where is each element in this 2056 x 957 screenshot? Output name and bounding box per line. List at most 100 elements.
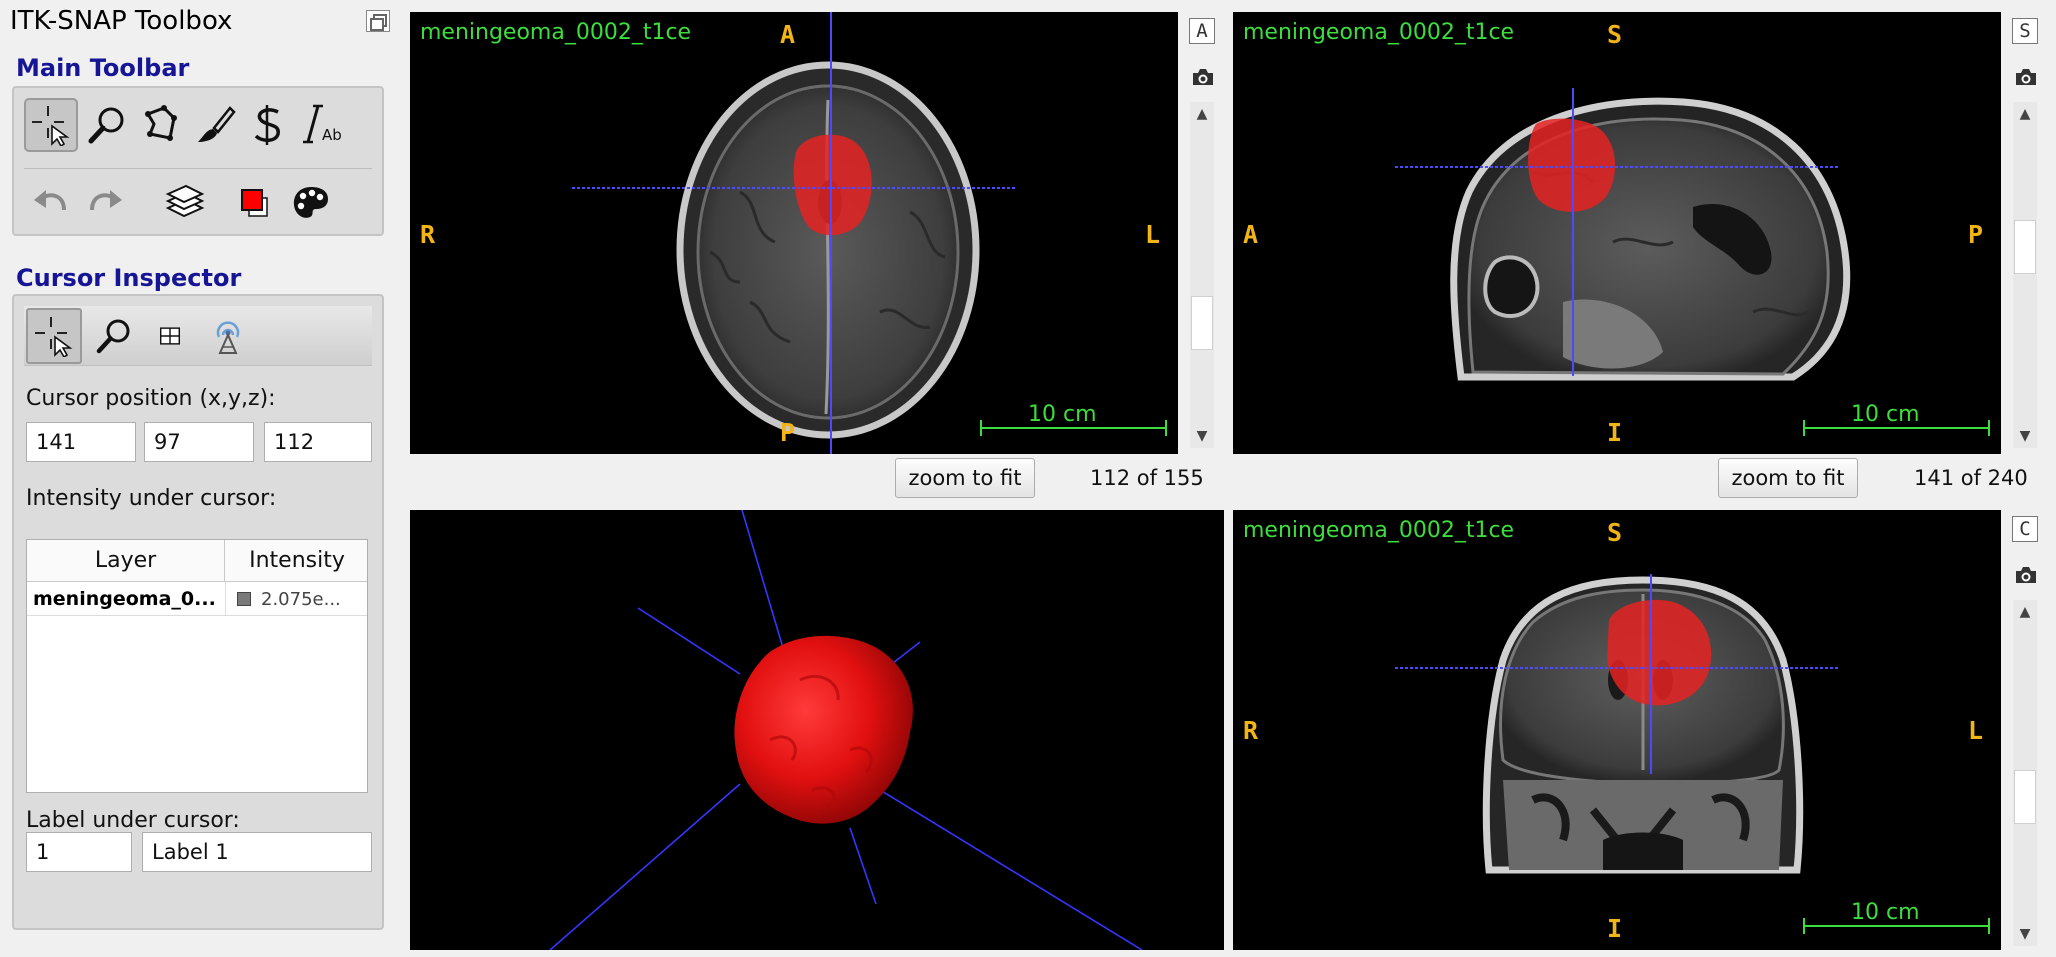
scroll-up-arrow[interactable]: ▲ [2013, 102, 2037, 126]
active-label-button[interactable] [228, 176, 282, 230]
grid-tab[interactable] [142, 308, 198, 364]
crosshair-tool-button[interactable] [24, 98, 78, 152]
sagittal-layout-button[interactable]: S [2012, 18, 2038, 44]
crosshair-cursor-icon [32, 106, 70, 146]
orientation-bottom: I [1607, 914, 1623, 943]
orientation-left: R [420, 220, 436, 249]
zoom-tool-button[interactable] [80, 98, 134, 152]
toolbox-title: ITK-SNAP Toolbox [10, 6, 233, 36]
cursor-x-field[interactable]: 141 [26, 422, 136, 462]
layer-column-header[interactable]: Layer [27, 540, 225, 582]
axial-view[interactable]: meningeoma_0002_t1ce A P R L 10 cm [410, 12, 1178, 454]
image-name-label: meningeoma_0002_t1ce [1243, 518, 1515, 543]
crosshair-cursor-icon [35, 317, 73, 357]
undo-button[interactable] [24, 176, 78, 230]
sync-tab[interactable] [200, 308, 256, 364]
column-divider [225, 582, 226, 616]
intensity-table-header: Layer Intensity [27, 540, 367, 582]
table-row[interactable]: meningeoma_0... 2.075e... [27, 582, 367, 616]
redo-icon [90, 190, 122, 211]
svg-text:Ab: Ab [322, 126, 342, 144]
toolbar-separator [24, 168, 372, 169]
scroll-up-arrow[interactable]: ▲ [2013, 600, 2037, 624]
image-name-label: meningeoma_0002_t1ce [420, 20, 692, 45]
main-toolbar-title: Main Toolbar [16, 54, 190, 82]
axial-slice-scrollbar[interactable]: ▲ ▼ [1190, 102, 1214, 448]
coronal-slice-image [1395, 574, 1990, 934]
cursor-z-field[interactable]: 112 [264, 422, 372, 462]
cursor-inspector-panel: Cursor position (x,y,z): 141 97 112 Inte… [12, 294, 384, 930]
orientation-left: A [1243, 220, 1259, 249]
coronal-view[interactable]: meningeoma_0002_t1ce S I R L 10 cm [1233, 510, 2001, 950]
undock-button[interactable] [366, 10, 390, 32]
axial-view-sidebar: A ▲ ▼ [1185, 12, 1217, 454]
scale-bar-label: 10 cm [1851, 900, 1920, 925]
scroll-thumb[interactable] [2014, 770, 2036, 824]
orientation-top: S [1607, 20, 1623, 49]
sagittal-slice-indicator: 141 of 240 [1914, 466, 2028, 490]
scroll-thumb[interactable] [1191, 296, 1213, 350]
sagittal-zoom-to-fit-button[interactable]: zoom to fit [1718, 458, 1858, 498]
undo-icon [34, 190, 66, 211]
orientation-bottom: P [780, 418, 796, 447]
image-name-label: meningeoma_0002_t1ce [1243, 20, 1515, 45]
cursor-inspector-title: Cursor Inspector [16, 264, 242, 292]
label-name-field[interactable]: Label 1 [142, 832, 372, 872]
sagittal-view[interactable]: meningeoma_0002_t1ce S I A P 10 cm [1233, 12, 2001, 454]
scroll-down-arrow[interactable]: ▼ [2013, 424, 2037, 448]
coronal-layout-button[interactable]: C [2012, 516, 2038, 542]
magnifier-icon [88, 107, 124, 144]
snake-icon [254, 105, 280, 145]
orientation-left: R [1243, 716, 1259, 745]
coronal-slice-scrollbar[interactable]: ▲ ▼ [2013, 600, 2037, 946]
annotation-icon: Ab [303, 104, 342, 144]
toolbox-panel: ITK-SNAP Toolbox Main Toolbar Ab Cursor … [0, 0, 395, 957]
cursor-position-label: Cursor position (x,y,z): [26, 386, 276, 411]
scale-bar-label: 10 cm [1028, 402, 1097, 427]
orientation-right: P [1968, 220, 1984, 249]
axial-zoom-to-fit-button[interactable]: zoom to fit [895, 458, 1035, 498]
broadcast-sync-icon [216, 321, 240, 354]
orientation-top: S [1607, 518, 1623, 547]
polygon-icon [145, 105, 177, 141]
inspector-tab-bar [24, 306, 372, 366]
camera-icon[interactable] [2014, 565, 2038, 585]
orientation-top: A [780, 20, 796, 49]
redo-button[interactable] [78, 176, 132, 230]
sagittal-view-sidebar: S ▲ ▼ [2008, 12, 2040, 454]
sagittal-slice-image [1395, 88, 1990, 436]
label-id-field[interactable]: 1 [26, 832, 132, 872]
scale-bar-label: 10 cm [1851, 402, 1920, 427]
scroll-down-arrow[interactable]: ▼ [1190, 424, 1214, 448]
zoom-tab[interactable] [86, 308, 142, 364]
cursor-position-tab[interactable] [26, 308, 82, 364]
intensity-table[interactable]: Layer Intensity meningeoma_0... 2.075e..… [26, 539, 368, 793]
scroll-down-arrow[interactable]: ▼ [2013, 922, 2037, 946]
layer-name-cell: meningeoma_0... [33, 588, 216, 610]
axial-layout-button[interactable]: A [1189, 18, 1215, 44]
active-label-color-icon [241, 189, 268, 217]
sagittal-slice-scrollbar[interactable]: ▲ ▼ [2013, 102, 2037, 448]
label-under-cursor-label: Label under cursor: [26, 808, 240, 833]
layers-icon [165, 184, 205, 218]
axial-slice-indicator: 112 of 155 [1090, 466, 1204, 490]
intensity-under-cursor-label: Intensity under cursor: [26, 486, 277, 511]
camera-icon[interactable] [1191, 67, 1215, 87]
layers-button[interactable] [158, 176, 212, 230]
cursor-y-field[interactable]: 97 [144, 422, 254, 462]
snake-tool-button[interactable] [242, 98, 296, 152]
intensity-column-header[interactable]: Intensity [225, 540, 369, 582]
label-palette-button[interactable] [284, 176, 338, 230]
camera-icon[interactable] [2014, 67, 2038, 87]
scroll-up-arrow[interactable]: ▲ [1190, 102, 1214, 126]
polygon-tool-button[interactable] [134, 98, 188, 152]
magnifier-icon [96, 319, 130, 354]
main-toolbar-panel: Ab [12, 86, 384, 236]
orientation-right: L [1968, 716, 1984, 745]
3d-view[interactable] [410, 510, 1224, 950]
axial-slice-image [572, 12, 1167, 454]
scroll-thumb[interactable] [2014, 220, 2036, 274]
orientation-right: L [1145, 220, 1161, 249]
annotation-tool-button[interactable]: Ab [296, 98, 350, 152]
paintbrush-tool-button[interactable] [188, 98, 242, 152]
